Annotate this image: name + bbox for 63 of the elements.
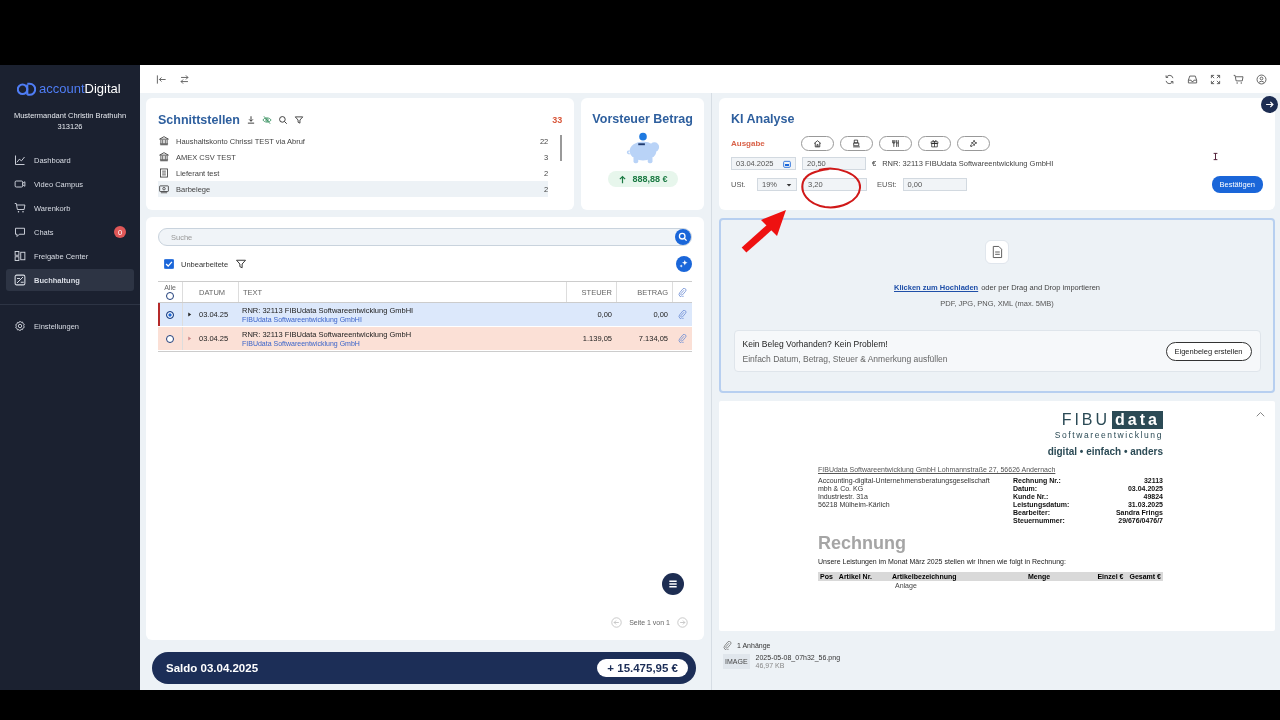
company-slogan: digital • einfach • anders (1047, 446, 1163, 457)
cutlery-icon (891, 139, 900, 148)
sparkle-icon[interactable] (676, 256, 692, 272)
search-icon[interactable] (277, 115, 288, 125)
paperclip-icon[interactable] (677, 310, 687, 319)
card-title: KI Analyse (731, 112, 796, 126)
home-icon (813, 139, 822, 148)
collapse-icon[interactable] (1256, 411, 1265, 417)
radio-button[interactable] (166, 310, 174, 319)
video-icon (14, 178, 26, 190)
card-title: Schnittstellen (158, 113, 240, 127)
layout-icon (14, 250, 26, 262)
balance-amount: + 15.475,95 € (597, 659, 688, 677)
logo-icon (17, 80, 36, 96)
radio-button[interactable] (166, 292, 174, 300)
info-title: Kein Beleg Vorhanden? Kein Problem! (742, 338, 889, 349)
scrollbar[interactable] (560, 135, 563, 161)
info-text: Einfach Datum, Betrag, Steuer & Anmerkung ausfüllen (742, 353, 948, 364)
hidden-icon[interactable] (261, 115, 272, 125)
calendar-icon (783, 159, 791, 168)
cash-icon (159, 184, 169, 194)
collapse-icon[interactable] (156, 73, 167, 85)
company-logo: FIBU data (1061, 411, 1163, 429)
menu-icon[interactable] (662, 573, 684, 595)
total-count: 33 (552, 115, 563, 125)
bank-icon (159, 136, 169, 146)
settings-icon (14, 320, 26, 332)
chat-icon (14, 226, 26, 238)
arrow-right-icon[interactable] (1261, 96, 1278, 113)
document-icon (159, 168, 169, 178)
user-icon[interactable] (1256, 73, 1267, 85)
cart-icon (14, 202, 26, 214)
paperclip-icon (678, 287, 687, 297)
inbox-icon[interactable] (1187, 73, 1198, 85)
arrow-up-icon (617, 174, 627, 184)
radio-button[interactable] (166, 334, 174, 343)
document-icon (985, 240, 1009, 264)
search-icon[interactable] (675, 229, 691, 245)
balance-label: Saldo 03.04.2025 (166, 662, 259, 674)
calculator-icon (14, 274, 26, 286)
logo-text: accountDigital (39, 80, 121, 96)
filter-icon[interactable] (235, 258, 248, 270)
text-cursor-icon (1213, 152, 1218, 161)
paperclip-icon (723, 641, 732, 650)
type-label: Ausgabe (731, 139, 766, 148)
cart-icon[interactable] (1233, 73, 1244, 85)
refresh-icon[interactable] (1164, 73, 1175, 85)
sparkle-icon (969, 139, 978, 148)
caret-icon (786, 181, 792, 188)
gift-icon (930, 139, 939, 148)
expand-icon[interactable] (1210, 73, 1221, 85)
filter-icon[interactable] (293, 115, 304, 125)
paperclip-icon[interactable] (677, 334, 687, 343)
checkbox[interactable] (164, 259, 174, 269)
chart-icon (14, 154, 26, 166)
swap-icon[interactable] (179, 73, 190, 85)
tax-amount: 888,88 € (632, 174, 668, 184)
company-subtitle: Softwareentwicklung (1054, 430, 1163, 440)
download-icon[interactable] (245, 115, 256, 125)
expand-icon[interactable] (187, 312, 192, 317)
card-title: Vorsteuer Betrag (592, 112, 693, 126)
document-heading: Rechnung (818, 533, 907, 554)
bank-icon (159, 152, 169, 162)
